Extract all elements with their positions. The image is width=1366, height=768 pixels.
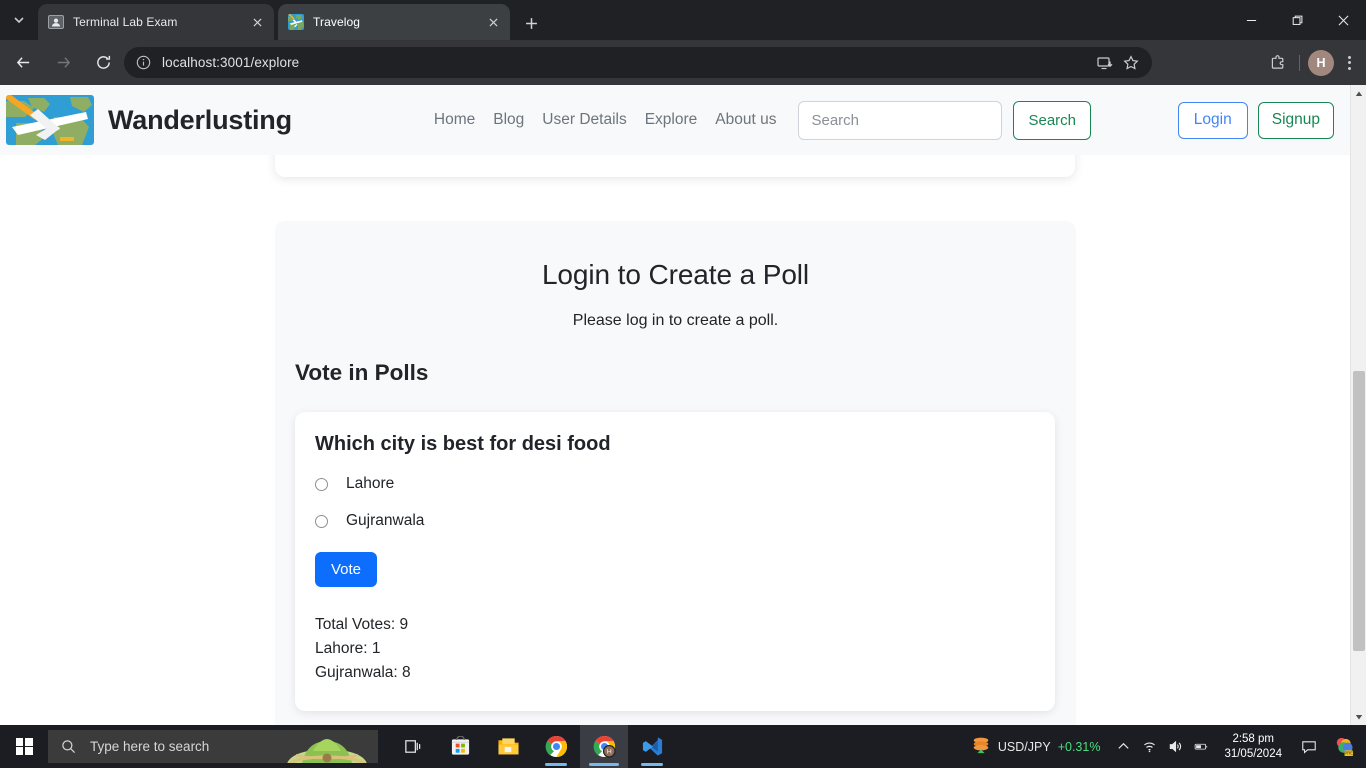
windows-taskbar: Type here to search H USD/JPY +0.31% 2:5…	[0, 725, 1366, 768]
url-text: localhost:3001/explore	[162, 55, 300, 70]
stock-icon	[971, 734, 991, 759]
task-view-icon[interactable]	[388, 725, 436, 768]
vote-in-polls-heading: Vote in Polls	[295, 360, 429, 385]
taskbar-clock[interactable]: 2:58 pm 31/05/2024	[1214, 732, 1292, 762]
nav-link-blog[interactable]: Blog	[493, 111, 524, 129]
address-bar[interactable]: localhost:3001/explore	[124, 47, 1152, 78]
lahore-votes-text: Lahore: 1	[315, 640, 381, 657]
auth-buttons: Login Signup	[1177, 101, 1338, 139]
nav-link-user-details[interactable]: User Details	[542, 111, 626, 129]
site-info-icon[interactable]	[134, 54, 152, 72]
poll-option-lahore[interactable]: Lahore	[315, 475, 1035, 493]
poll-option-gujranwala[interactable]: Gujranwala	[315, 512, 1035, 530]
world-map-plane-icon	[6, 95, 94, 145]
taskbar-app-icons: H	[388, 725, 676, 768]
taskbar-search-placeholder: Type here to search	[90, 739, 210, 754]
nav-link-explore[interactable]: Explore	[645, 111, 698, 129]
poll-card: Which city is best for desi food Lahore …	[295, 412, 1055, 711]
search-illustration-icon	[280, 730, 374, 763]
reload-icon[interactable]	[86, 46, 120, 80]
signup-button[interactable]: Signup	[1257, 101, 1334, 139]
close-icon[interactable]	[484, 13, 502, 31]
stock-widget[interactable]: USD/JPY +0.31%	[961, 734, 1111, 759]
poll-option-label: Gujranwala	[346, 512, 425, 529]
install-app-icon[interactable]	[1092, 50, 1118, 76]
gujranwala-votes-text: Gujranwala: 8	[315, 664, 411, 681]
search-icon	[61, 739, 76, 754]
start-button[interactable]	[0, 725, 48, 768]
page-scrollbar[interactable]	[1350, 85, 1366, 725]
extensions-icon[interactable]	[1263, 48, 1293, 78]
clock-time: 2:58 pm	[1232, 732, 1274, 745]
back-icon[interactable]	[6, 46, 40, 80]
file-explorer-icon[interactable]	[484, 725, 532, 768]
svg-text:H: H	[606, 749, 611, 756]
show-hidden-icons-icon[interactable]	[1110, 725, 1136, 768]
minimize-icon[interactable]	[1228, 0, 1274, 40]
page-viewport: Wanderlusting Home Blog User Details Exp…	[0, 85, 1366, 725]
clock-date: 31/05/2024	[1224, 747, 1282, 760]
system-tray: USD/JPY +0.31% 2:58 pm 31/05/2024 PRE	[961, 725, 1366, 768]
chrome-menu-icon[interactable]	[1336, 48, 1362, 78]
scrollbar-thumb[interactable]	[1353, 371, 1365, 651]
browser-tab-travelog[interactable]: Travelog	[278, 4, 510, 40]
chat-notification-icon[interactable]	[1292, 725, 1326, 768]
bookmark-star-icon[interactable]	[1118, 50, 1144, 76]
stock-change: +0.31%	[1057, 739, 1101, 754]
page-title: Login to Create a Poll	[541, 259, 810, 290]
window-controls	[1228, 0, 1366, 40]
contact-card-icon	[48, 14, 64, 30]
vscode-icon[interactable]	[628, 725, 676, 768]
browser-chrome: Terminal Lab Exam Travelog localhost:300…	[0, 0, 1366, 85]
battery-icon[interactable]	[1188, 725, 1214, 768]
svg-text:PRE: PRE	[1344, 751, 1353, 756]
profile-avatar[interactable]: H	[1306, 48, 1336, 78]
site-nav-links: Home Blog User Details Explore About us	[434, 111, 777, 129]
world-map-plane-icon	[288, 14, 304, 30]
avatar: H	[1308, 49, 1334, 76]
total-votes-text: Total Votes: 9	[315, 616, 409, 633]
nav-link-about-us[interactable]: About us	[715, 111, 776, 129]
chrome-profile-icon[interactable]: H	[580, 725, 628, 768]
new-tab-button[interactable]	[518, 10, 544, 36]
toolbar-right-icons: H	[1263, 47, 1362, 78]
taskbar-search-box[interactable]: Type here to search	[48, 730, 378, 763]
poll-question: Which city is best for desi food	[315, 433, 611, 455]
nav-link-home[interactable]: Home	[434, 111, 475, 129]
tab-strip: Terminal Lab Exam Travelog	[0, 0, 1366, 40]
windows-logo-icon	[15, 738, 33, 755]
poll-section: Login to Create a Poll Please log in to …	[275, 221, 1076, 725]
chrome-icon[interactable]	[532, 725, 580, 768]
site-navbar: Wanderlusting Home Blog User Details Exp…	[0, 85, 1350, 155]
search-input[interactable]	[798, 100, 1003, 140]
stock-symbol: USD/JPY	[997, 739, 1051, 754]
radio-icon[interactable]	[315, 477, 328, 491]
login-button[interactable]: Login	[1177, 101, 1248, 139]
brand[interactable]: Wanderlusting	[6, 95, 292, 145]
browser-tab-terminal-lab-exam[interactable]: Terminal Lab Exam	[38, 4, 274, 40]
app-icon[interactable]: PRE	[1326, 725, 1360, 768]
tab-title: Terminal Lab Exam	[73, 15, 178, 29]
vote-button[interactable]: Vote	[315, 552, 378, 587]
toolbar-divider	[1299, 54, 1300, 71]
brand-name: Wanderlusting	[108, 104, 292, 135]
scroll-up-icon[interactable]	[1351, 85, 1366, 102]
close-icon[interactable]	[1320, 0, 1366, 40]
wifi-icon[interactable]	[1136, 725, 1162, 768]
volume-icon[interactable]	[1162, 725, 1188, 768]
search-button[interactable]: Search	[1013, 100, 1091, 140]
microsoft-store-icon[interactable]	[436, 725, 484, 768]
forward-icon[interactable]	[46, 46, 80, 80]
poll-option-label: Lahore	[346, 475, 395, 492]
tab-search-button[interactable]	[4, 5, 34, 35]
maximize-icon[interactable]	[1274, 0, 1320, 40]
scroll-down-icon[interactable]	[1351, 708, 1366, 725]
tab-title: Travelog	[313, 15, 361, 29]
poll-results: Total Votes: 9 Lahore: 1 Gujranwala: 8	[315, 613, 1035, 685]
radio-icon[interactable]	[315, 514, 328, 528]
page-subtitle: Please log in to create a poll.	[572, 312, 779, 329]
close-icon[interactable]	[248, 13, 266, 31]
